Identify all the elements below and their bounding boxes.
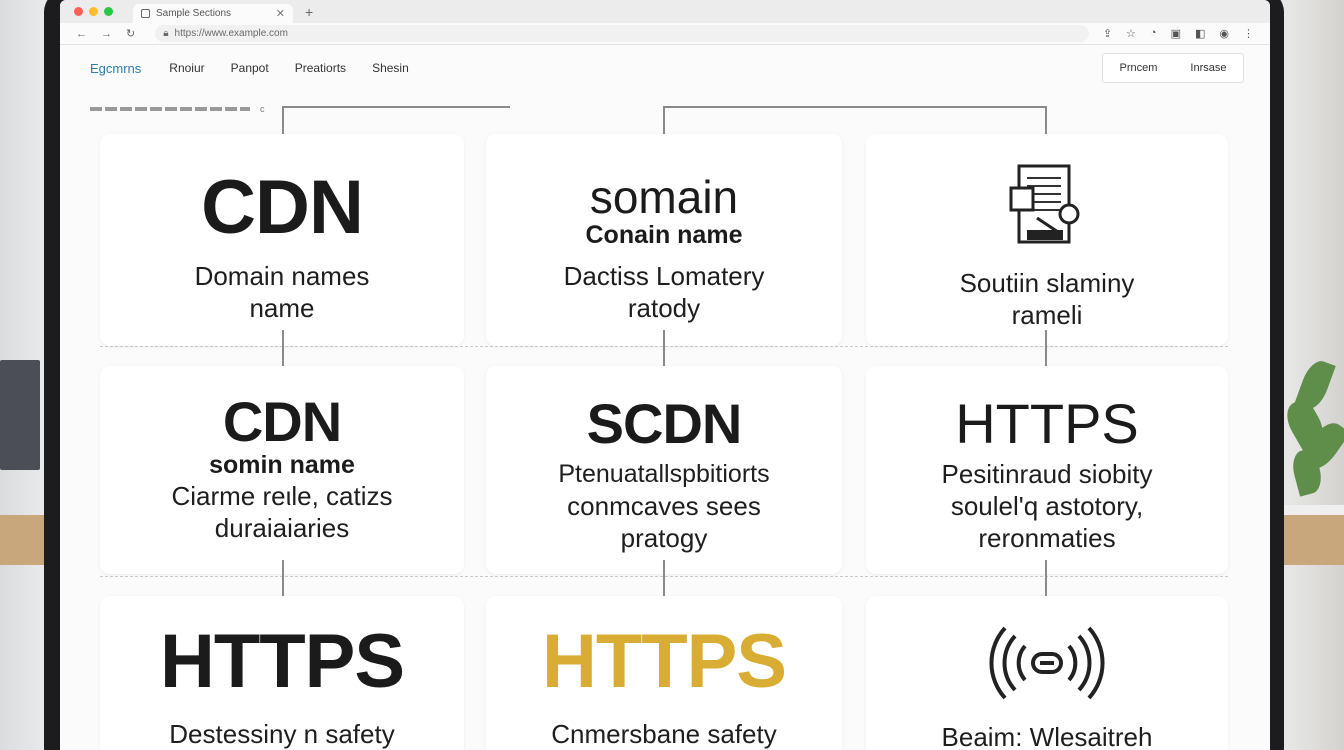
card-subtitle: somin name bbox=[209, 451, 355, 479]
url-text: https://www.example.com bbox=[174, 28, 288, 39]
desk-surface-right bbox=[1274, 515, 1344, 565]
card-text-line: Beaim: Wlesaitreh bbox=[941, 722, 1153, 750]
extension-icon[interactable]: ◔ bbox=[1150, 27, 1157, 40]
breadcrumb-text: c bbox=[260, 104, 266, 114]
card-text-line: Dactiss Lomatery bbox=[563, 261, 765, 291]
share-icon[interactable]: ⇪ bbox=[1103, 27, 1112, 40]
card-text-line: name bbox=[249, 293, 315, 323]
card-text-line: Ptenuatallspbitiorts bbox=[558, 460, 770, 488]
card-text-line: Cnmersbane safety bbox=[551, 719, 777, 749]
card-7[interactable]: HTTPS Destessiny n safety bbox=[100, 596, 464, 750]
card-title: SCDN bbox=[586, 392, 743, 455]
site-logo[interactable]: Egcmrns bbox=[90, 61, 141, 76]
window-minimize-button[interactable] bbox=[89, 7, 98, 16]
card-8[interactable]: HTTPS Cnmersbane safety bbox=[486, 596, 842, 750]
reload-icon[interactable]: ↻ bbox=[126, 27, 135, 40]
nav-link-3[interactable]: Preatiorts bbox=[295, 61, 346, 75]
card-text-line: Pesitinraud siobity bbox=[941, 459, 1153, 489]
card-text-line: pratogy bbox=[620, 523, 708, 553]
back-icon[interactable]: ← bbox=[76, 28, 87, 40]
card-text-line: Domain names bbox=[194, 261, 370, 291]
tab-title: Sample Sections bbox=[156, 8, 232, 19]
nav-link-4[interactable]: Shesin bbox=[372, 61, 409, 75]
card-text-line: conmcaves sees bbox=[567, 491, 761, 521]
nav-link-2[interactable]: Panpot bbox=[231, 61, 269, 75]
card-4[interactable]: CDN somin name Ciarme reιle, catizs dura… bbox=[100, 366, 464, 574]
card-1[interactable]: CDN Domain names name bbox=[100, 134, 464, 346]
nav-button-group: Prncem Inrsase bbox=[1102, 53, 1244, 83]
signal-icon bbox=[989, 626, 1105, 700]
nav-button-1[interactable]: Prncem bbox=[1120, 62, 1158, 74]
card-title: somain bbox=[589, 171, 739, 223]
card-text-line: duraiaiaries bbox=[214, 513, 350, 543]
tab-bar: Sample Sections ✕ + bbox=[60, 0, 1270, 23]
breadcrumb: c bbox=[90, 104, 266, 114]
window-maximize-button[interactable] bbox=[104, 7, 113, 16]
card-2[interactable]: somain Conain name Dactiss Lomatery rato… bbox=[486, 134, 842, 346]
favicon-icon bbox=[141, 9, 150, 18]
forward-icon[interactable]: → bbox=[101, 28, 112, 40]
card-text-line: ratody bbox=[627, 293, 701, 323]
tab-close-icon[interactable]: ✕ bbox=[276, 7, 285, 20]
breadcrumb-bar bbox=[90, 107, 250, 111]
new-tab-icon[interactable]: + bbox=[305, 4, 313, 20]
card-5[interactable]: SCDN Ptenuatallspbitiorts conmcaves sees… bbox=[486, 366, 842, 574]
browser-toolbar: ← → ↻ 🔒︎ https://www.example.com ⇪ ☆ ◔ ▣… bbox=[60, 23, 1270, 45]
menu-icon[interactable]: ⋮ bbox=[1243, 27, 1254, 40]
card-3[interactable]: Soutiin slaminy rameli bbox=[866, 134, 1228, 346]
card-6[interactable]: HTTPS Pesitinraud siobity soulel'q astot… bbox=[866, 366, 1228, 574]
card-9[interactable]: Beaim: Wlesaitreh bbox=[866, 596, 1228, 750]
site-nav: Egcmrns Rnoiur Panpot Preatiorts Shesin … bbox=[60, 45, 1270, 91]
profile-icon[interactable]: ◧ bbox=[1195, 27, 1205, 40]
connector-line bbox=[282, 106, 510, 108]
card-text-line: Destessiny n safety bbox=[169, 719, 395, 749]
card-title: HTTPS bbox=[159, 619, 405, 704]
document-search-icon bbox=[1009, 164, 1080, 244]
nav-link-1[interactable]: Rnoiur bbox=[169, 61, 204, 75]
card-text-line: Soutiin slaminy bbox=[959, 268, 1135, 298]
download-icon[interactable]: ▣ bbox=[1171, 27, 1181, 40]
card-title: HTTPS bbox=[541, 619, 787, 704]
star-icon[interactable]: ☆ bbox=[1126, 27, 1136, 40]
card-subtitle: Conain name bbox=[585, 221, 743, 249]
background-monitor bbox=[0, 360, 40, 470]
address-bar[interactable]: 🔒︎ https://www.example.com bbox=[155, 25, 1089, 42]
card-text-line: rameli bbox=[1011, 300, 1083, 330]
window-close-button[interactable] bbox=[74, 7, 83, 16]
card-text-line: soulel'q astotory, bbox=[950, 491, 1144, 521]
card-title: CDN bbox=[222, 390, 342, 453]
card-text-line: Ciarme reιle, catizs bbox=[171, 481, 393, 511]
browser-window: Sample Sections ✕ + ← → ↻ 🔒︎ https://www… bbox=[60, 0, 1270, 750]
browser-tab[interactable]: Sample Sections ✕ bbox=[133, 4, 293, 23]
lock-icon: 🔒︎ bbox=[163, 28, 169, 39]
card-title: CDN bbox=[201, 165, 364, 250]
nav-button-2[interactable]: Inrsase bbox=[1190, 62, 1226, 74]
plant-decoration bbox=[1280, 350, 1344, 510]
card-title: HTTPS bbox=[955, 392, 1139, 455]
account-icon[interactable]: ◉ bbox=[1219, 27, 1229, 40]
card-text-line: reronmaties bbox=[978, 523, 1116, 553]
desk-surface-left bbox=[0, 515, 48, 565]
monitor-frame: Sample Sections ✕ + ← → ↻ 🔒︎ https://www… bbox=[44, 0, 1284, 750]
connector-line bbox=[663, 106, 1047, 108]
